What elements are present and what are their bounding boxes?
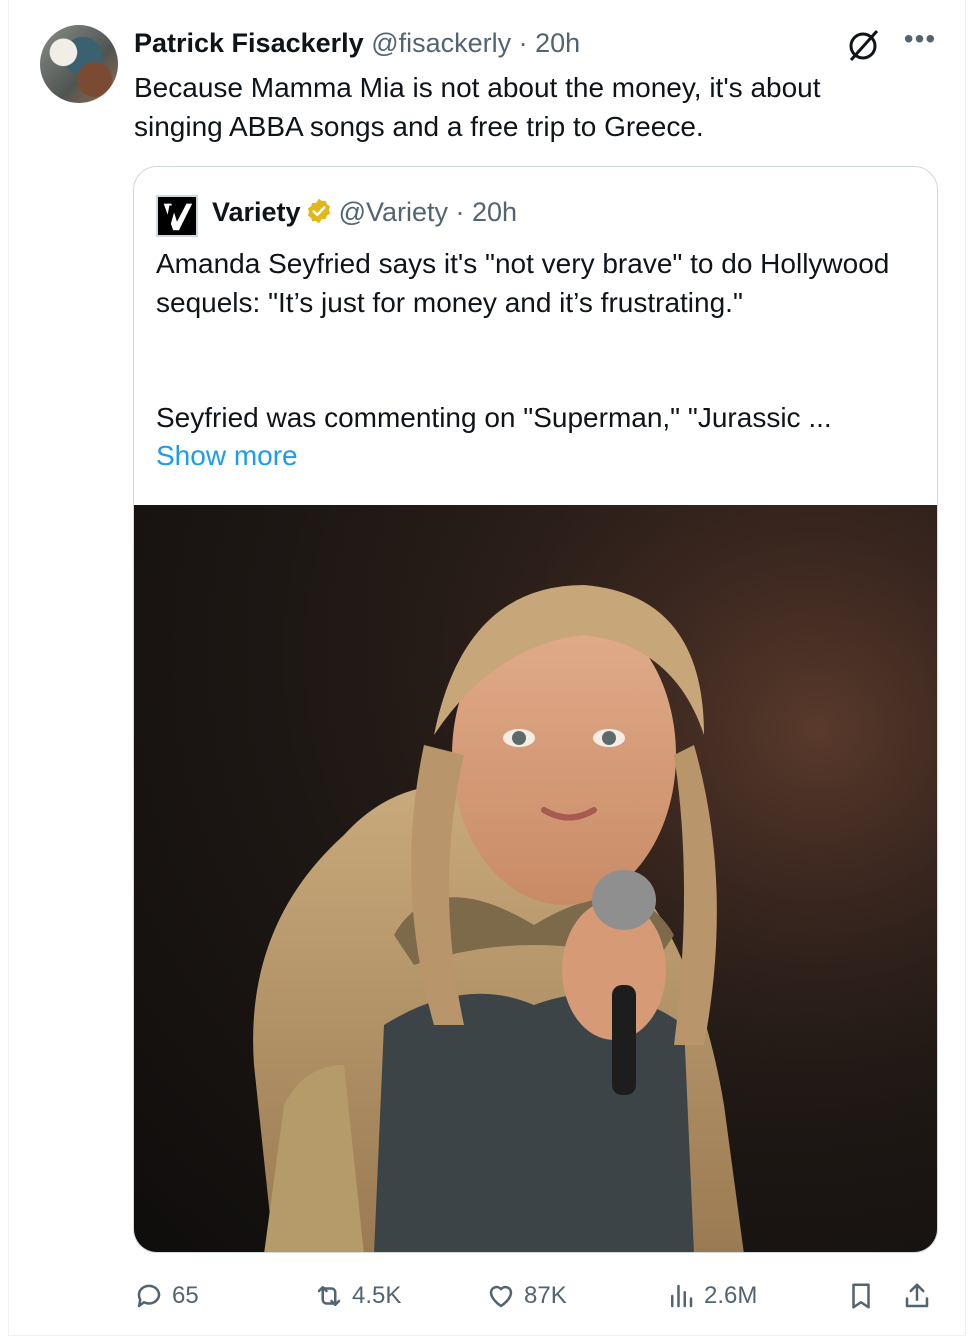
tweet-text: Because Mamma Mia is not about the money…: [134, 72, 821, 142]
heart-icon: [489, 1285, 513, 1308]
share-button[interactable]: [902, 1278, 940, 1314]
tweet-header: Patrick Fisackerly @fisackerly · 20h: [134, 28, 580, 59]
like-button[interactable]: 87K: [486, 1278, 567, 1314]
more-options-icon[interactable]: •••: [900, 24, 940, 60]
photo-illustration: [134, 505, 937, 1252]
verified-badge-icon: [307, 198, 330, 224]
quote-author-name[interactable]: Variety: [212, 197, 301, 227]
avatar[interactable]: [40, 25, 118, 103]
repost-icon: [317, 1286, 341, 1306]
bookmark-button[interactable]: [846, 1278, 884, 1314]
quote-header: Variety @Variety · 20h: [212, 197, 517, 228]
quote-text: Amanda Seyfried says it's "not very brav…: [156, 248, 890, 318]
views-count: 2.6M: [704, 1282, 758, 1309]
author-handle-time[interactable]: @fisackerly · 20h: [371, 28, 580, 58]
author-name[interactable]: Patrick Fisackerly: [134, 28, 364, 58]
variety-logo[interactable]: [156, 195, 198, 237]
reply-icon: [137, 1284, 161, 1308]
reply-button[interactable]: 65: [134, 1278, 199, 1314]
repost-count: 4.5K: [352, 1282, 402, 1309]
show-more-link[interactable]: Show more: [156, 437, 298, 475]
action-bar: 65 4.5K 87K 2.6M: [0, 1278, 978, 1318]
quoted-tweet[interactable]: Variety @Variety · 20h Amanda Seyfried s…: [133, 166, 938, 1253]
quote-handle-time[interactable]: @Variety · 20h: [339, 197, 517, 227]
reply-count: 65: [172, 1282, 199, 1309]
like-count: 87K: [524, 1282, 567, 1309]
views-button[interactable]: 2.6M: [666, 1278, 757, 1314]
analytics-icon: [671, 1284, 693, 1308]
share-icon: [905, 1283, 929, 1308]
quote-text-continued: Seyfried was commenting on "Superman," "…: [156, 402, 832, 433]
repost-button[interactable]: 4.5K: [314, 1278, 401, 1314]
bookmark-icon: [852, 1283, 870, 1309]
grok-icon[interactable]: [846, 27, 882, 63]
quote-photo[interactable]: [134, 505, 937, 1252]
